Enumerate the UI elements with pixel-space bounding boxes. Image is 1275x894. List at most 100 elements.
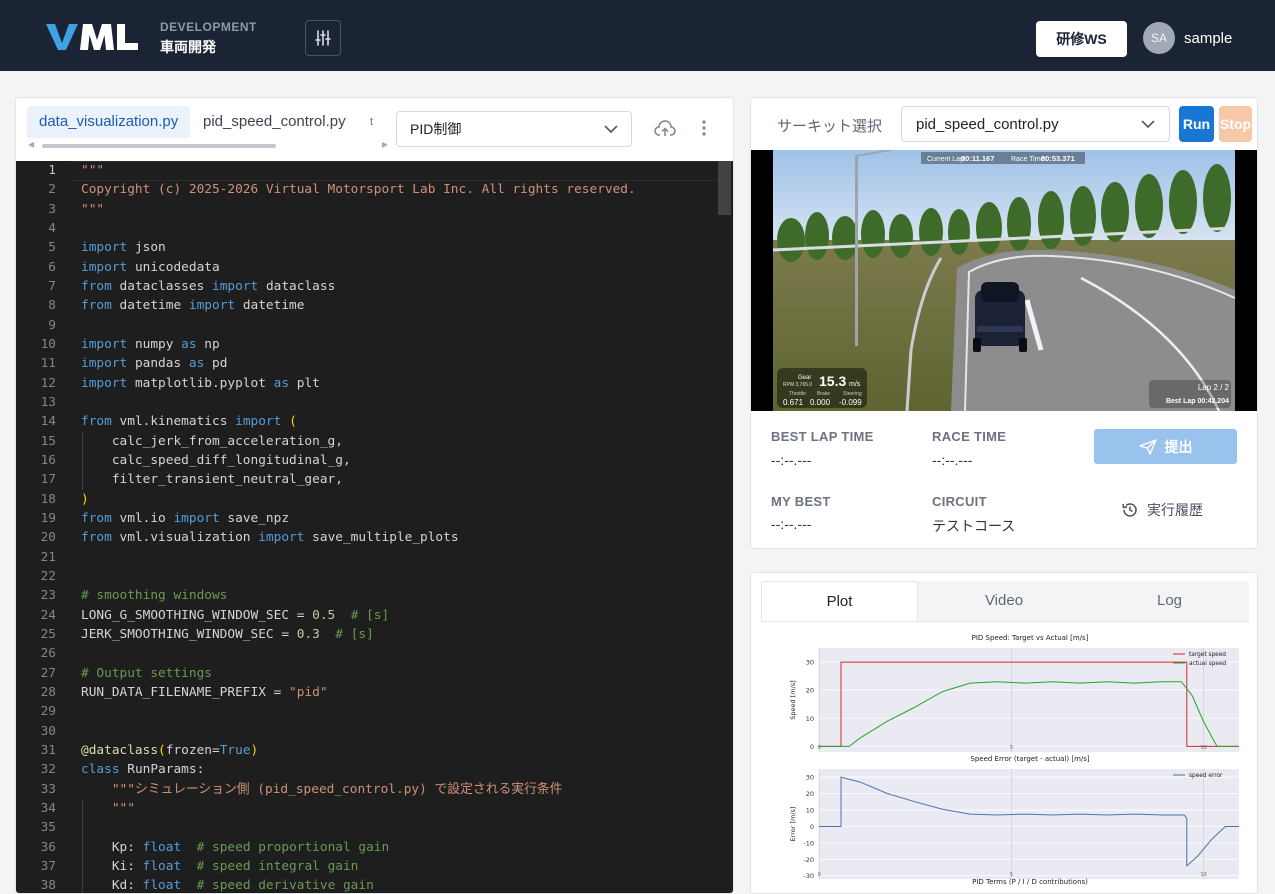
tab-scrollbar-thumb[interactable] bbox=[42, 144, 276, 148]
code-line[interactable]: 23 # smoothing windows bbox=[16, 586, 733, 605]
code-line[interactable]: 36 Kp: float # speed proportional gain bbox=[16, 838, 733, 857]
code-line[interactable]: 33 """シミュレーション側 (pid_speed_control.py) で… bbox=[16, 780, 733, 799]
code-line[interactable]: 19 from vml.io import save_npz bbox=[16, 509, 733, 528]
code-line[interactable]: 10 import numpy as np bbox=[16, 335, 733, 354]
code-line[interactable]: 37 Ki: float # speed integral gain bbox=[16, 857, 733, 876]
tab-scrollbar[interactable]: ◀ ▶ bbox=[28, 140, 388, 150]
line-number: 19 bbox=[40, 510, 56, 526]
hud-current-lap: 00:11.167 bbox=[961, 154, 994, 163]
code-text: import numpy as np bbox=[81, 336, 220, 352]
code-line[interactable]: 27 # Output settings bbox=[16, 664, 733, 683]
legend-label: target speed bbox=[1189, 652, 1226, 658]
code-line[interactable]: 26 bbox=[16, 644, 733, 663]
hud-steering: -0.099 bbox=[839, 398, 862, 407]
code-line[interactable]: 31 @dataclass(frozen=True) bbox=[16, 741, 733, 760]
code-line[interactable]: 8 from datetime import datetime bbox=[16, 296, 733, 315]
code-line[interactable]: 9 bbox=[16, 316, 733, 335]
code-line[interactable]: 34 """ bbox=[16, 799, 733, 818]
line-number: 20 bbox=[40, 530, 56, 546]
line-number: 5 bbox=[48, 240, 56, 256]
avatar[interactable]: SA bbox=[1143, 22, 1175, 54]
code-line[interactable]: 7 from dataclasses import dataclass bbox=[16, 277, 733, 296]
code-line[interactable]: 18) bbox=[16, 490, 733, 509]
code-line[interactable]: 15 calc_jerk_from_acceleration_g, bbox=[16, 432, 733, 451]
code-text: # Output settings bbox=[81, 665, 212, 681]
code-line[interactable]: 13 bbox=[16, 393, 733, 412]
scroll-left-icon[interactable]: ◀ bbox=[28, 140, 34, 149]
code-line[interactable]: 14 from vml.kinematics import ( bbox=[16, 412, 733, 431]
tab-overflow-label[interactable]: t bbox=[370, 116, 373, 128]
code-line[interactable]: 32 class RunParams: bbox=[16, 760, 733, 779]
circuit-info-label: CIRCUIT bbox=[932, 494, 987, 509]
code-text: from vml.visualization import save_multi… bbox=[81, 530, 459, 546]
code-line[interactable]: 25 JERK_SMOOTHING_WINDOW_SEC = 0.3 # [s] bbox=[16, 625, 733, 644]
more-menu-icon[interactable] bbox=[698, 118, 710, 138]
username[interactable]: sample bbox=[1184, 30, 1232, 47]
scroll-right-icon[interactable]: ▶ bbox=[382, 140, 388, 149]
hud-speed-unit: m/s bbox=[849, 381, 861, 388]
code-line[interactable]: 21 bbox=[16, 548, 733, 567]
code-line[interactable]: 4 bbox=[16, 219, 733, 238]
code-line[interactable]: 28 RUN_DATA_FILENAME_PREFIX = "pid" bbox=[16, 683, 733, 702]
code-line[interactable]: 24 LONG_G_SMOOTHING_WINDOW_SEC = 0.5 # [s… bbox=[16, 606, 733, 625]
code-line[interactable]: 12 import matplotlib.pyplot as plt bbox=[16, 374, 733, 393]
line-number: 34 bbox=[40, 800, 56, 816]
code-line[interactable]: 17 filter_transient_neutral_gear, bbox=[16, 470, 733, 489]
code-line[interactable]: 2 Copyright (c) 2025-2026 Virtual Motorsp… bbox=[16, 180, 733, 199]
y-tick-label: 30 bbox=[806, 659, 814, 667]
tab-log[interactable]: Log bbox=[1090, 581, 1249, 621]
submit-button[interactable]: 提出 bbox=[1094, 429, 1237, 464]
section-label: DEVELOPMENT bbox=[160, 20, 257, 34]
history-button[interactable]: 実行履歴 bbox=[1121, 500, 1203, 520]
cloud-upload-icon[interactable] bbox=[654, 120, 676, 138]
code-editor[interactable]: 1 """ 2 Copyright (c) 2025-2026 Virtual Mot… bbox=[16, 161, 733, 894]
code-line[interactable]: 6 import unicodedata bbox=[16, 258, 733, 277]
run-button[interactable]: Run bbox=[1179, 106, 1214, 142]
code-line[interactable]: 16 calc_speed_diff_longitudinal_g, bbox=[16, 451, 733, 470]
code-line[interactable]: 30 bbox=[16, 722, 733, 741]
simulation-view[interactable]: Current Lap: 00:11.167 Race Time: 00:53.… bbox=[751, 150, 1257, 411]
chart-title: PID Terms (P / I / D contributions) bbox=[972, 878, 1088, 886]
code-text: from vml.kinematics import ( bbox=[81, 414, 297, 430]
code-text: LONG_G_SMOOTHING_WINDOW_SEC = 0.5 # [s] bbox=[81, 607, 390, 623]
code-line[interactable]: 3 """ bbox=[16, 200, 733, 219]
code-line[interactable]: 22 bbox=[16, 567, 733, 586]
vml-logo[interactable] bbox=[46, 22, 138, 52]
circuit-info-value: テストコース bbox=[932, 518, 1016, 534]
line-number: 2 bbox=[48, 182, 56, 198]
section-heading: DEVELOPMENT 車両開発 bbox=[160, 20, 257, 57]
code-line[interactable]: 11 import pandas as pd bbox=[16, 354, 733, 373]
code-text: # smoothing windows bbox=[81, 588, 228, 604]
my-best-value: --:--.--- bbox=[771, 516, 812, 532]
hud-steering-label: Steering bbox=[843, 391, 862, 397]
controller-select[interactable]: PID制御 bbox=[396, 111, 632, 147]
tab-video[interactable]: Video bbox=[918, 581, 1090, 621]
code-line[interactable]: 1 """ bbox=[16, 161, 733, 180]
code-line[interactable]: 5 import json bbox=[16, 238, 733, 257]
circuit-select[interactable]: pid_speed_control.py bbox=[901, 106, 1170, 142]
code-line[interactable]: 20 from vml.visualization import save_mul… bbox=[16, 528, 733, 547]
settings-button[interactable] bbox=[305, 20, 341, 56]
y-axis-label: Error [m/s] bbox=[789, 807, 797, 842]
indent-guide bbox=[82, 798, 83, 893]
code-line[interactable]: 38 Kd: float # speed derivative gain bbox=[16, 876, 733, 894]
line-number: 26 bbox=[40, 646, 56, 662]
stop-button[interactable]: Stop bbox=[1219, 106, 1252, 142]
chart-title: Speed Error (target - actual) [m/s] bbox=[970, 755, 1090, 763]
line-number: 28 bbox=[40, 684, 56, 700]
y-tick-label: 10 bbox=[806, 715, 814, 723]
line-number: 14 bbox=[40, 414, 56, 430]
tab-plot[interactable]: Plot bbox=[761, 581, 918, 621]
tab-pid-speed-control[interactable]: pid_speed_control.py bbox=[191, 106, 358, 138]
line-number: 38 bbox=[40, 878, 56, 894]
line-number: 1 bbox=[48, 163, 56, 178]
workspace-button[interactable]: 研修WS bbox=[1036, 21, 1127, 57]
code-line[interactable]: 35 bbox=[16, 818, 733, 837]
code-text: @dataclass(frozen=True) bbox=[81, 742, 259, 758]
code-text: """ bbox=[81, 163, 105, 178]
tab-data-visualization[interactable]: data_visualization.py bbox=[27, 106, 191, 138]
plot-area: PID Speed: Target vs Actual [m/s] 0 10 20 30… bbox=[761, 621, 1249, 893]
code-text: """ bbox=[111, 800, 135, 816]
race-time-label: RACE TIME bbox=[932, 429, 1007, 444]
code-line[interactable]: 29 bbox=[16, 702, 733, 721]
